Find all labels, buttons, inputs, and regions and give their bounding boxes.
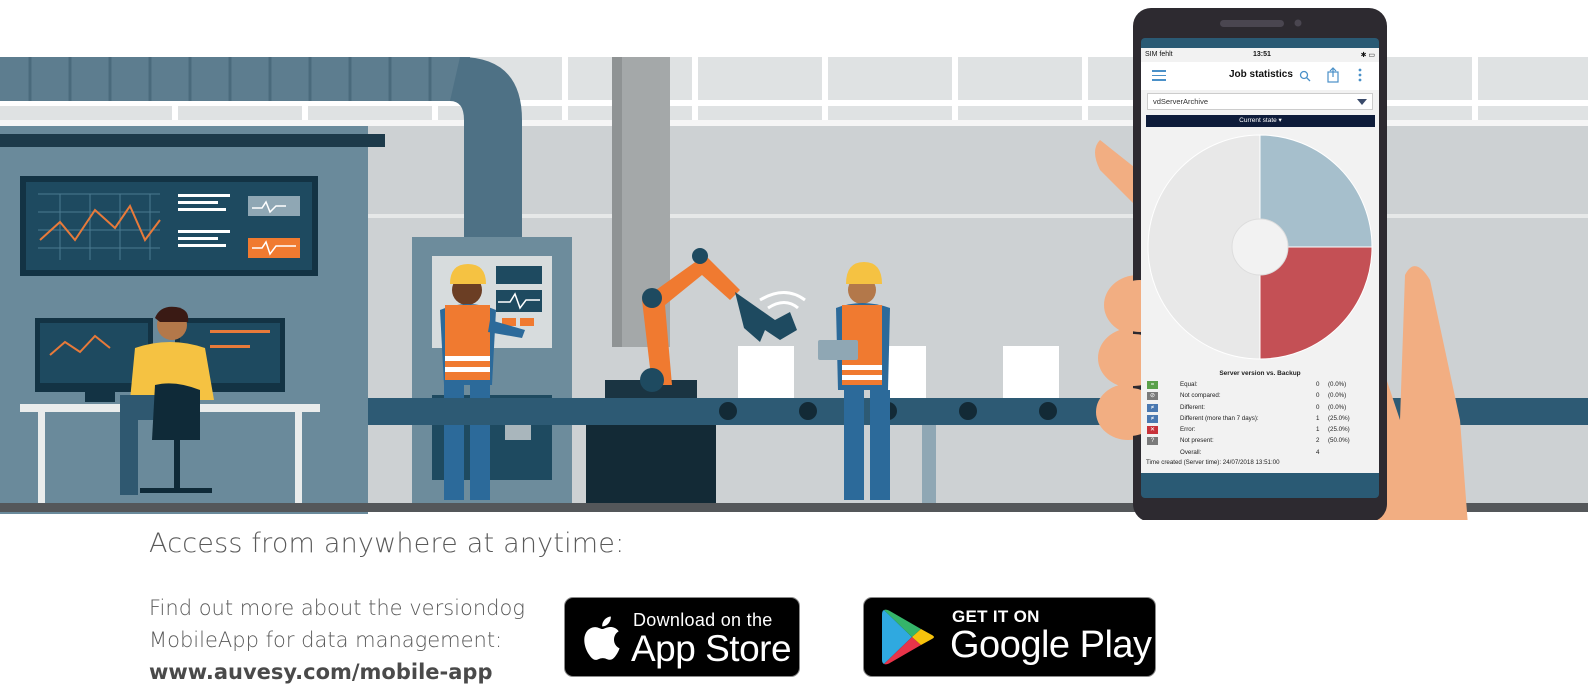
more-options-icon[interactable]	[1358, 68, 1362, 82]
headline: Access from anywhere at anytime:	[149, 528, 625, 559]
apple-icon	[584, 616, 620, 660]
status-bar: SIM fehlt 13:51 ✱ ▭	[1141, 48, 1379, 62]
stat-percent: (50.0%)	[1328, 437, 1350, 445]
stat-row-different-7days: ≠ Different (more than 7 days): 1 (25.0%…	[1147, 414, 1375, 425]
stat-percent: (25.0%)	[1328, 426, 1350, 434]
stat-row-error: ✕ Error: 1 (25.0%)	[1147, 425, 1375, 436]
chevron-down-icon	[1357, 99, 1367, 105]
stat-percent: (0.0%)	[1328, 392, 1347, 400]
app-store-big-text: App Store	[631, 628, 792, 669]
archive-select[interactable]: vdServerArchive	[1147, 93, 1373, 110]
stat-label: Overall:	[1180, 448, 1202, 456]
equal-icon: =	[1147, 381, 1158, 389]
stat-percent: (25.0%)	[1328, 414, 1350, 422]
archive-select-value: vdServerArchive	[1153, 97, 1209, 106]
battery-icon: ✱ ▭	[1360, 52, 1375, 59]
stat-row-different: ≠ Different: 0 (0.0%)	[1147, 403, 1375, 414]
search-icon[interactable]	[1299, 70, 1311, 82]
pie-center-hole	[1231, 218, 1289, 276]
stat-count: 4	[1316, 448, 1320, 456]
pie-chart	[1147, 134, 1373, 360]
stat-row-equal: = Equal: 0 (0.0%)	[1147, 380, 1375, 391]
app-store-badge[interactable]: Download on the App Store	[564, 597, 800, 677]
stat-row-not-present: ? Not present: 2 (50.0%)	[1147, 436, 1375, 447]
stats-list: = Equal: 0 (0.0%) ⊘ Not compared: 0 (0.0…	[1147, 380, 1375, 459]
google-play-big-text: Google Play	[950, 624, 1152, 666]
share-icon[interactable]	[1327, 67, 1339, 83]
stat-count: 0	[1316, 392, 1320, 400]
info-text: Find out more about the versiondog Mobil…	[149, 592, 569, 688]
mobile-app-link[interactable]: www.auvesy.com/mobile-app	[149, 656, 569, 688]
stat-label: Equal:	[1180, 381, 1198, 388]
error-icon: ✕	[1147, 426, 1158, 435]
current-state-button[interactable]: Current state ▾	[1146, 115, 1375, 127]
stat-row-overall: Overall: 4	[1147, 448, 1375, 459]
stat-label: Not compared:	[1180, 392, 1221, 400]
different-icon: ≠	[1147, 403, 1158, 412]
carrier-label: SIM fehlt	[1145, 51, 1173, 58]
google-play-badge[interactable]: GET IT ON Google Play	[863, 597, 1156, 677]
stat-count: 0	[1316, 403, 1320, 411]
info-line-1: Find out more about the versiondog	[149, 596, 525, 620]
not-compared-icon: ⊘	[1147, 392, 1158, 401]
different-old-icon: ≠	[1147, 414, 1158, 423]
stat-percent: (0.0%)	[1328, 403, 1347, 411]
stat-count: 1	[1316, 414, 1320, 422]
chart-title: Server version vs. Backup	[1219, 370, 1301, 377]
stat-percent: (0.0%)	[1328, 381, 1347, 388]
stat-label: Different (more than 7 days):	[1180, 414, 1259, 422]
app-bar: Job statistics	[1141, 62, 1379, 90]
stat-count: 2	[1316, 437, 1320, 445]
info-line-2: MobileApp for data management:	[149, 628, 503, 652]
stat-row-not-compared: ⊘ Not compared: 0 (0.0%)	[1147, 391, 1375, 402]
stat-label: Not present:	[1180, 437, 1214, 445]
stat-count: 0	[1316, 381, 1320, 388]
stat-label: Different:	[1180, 403, 1205, 411]
phone-screen: SIM fehlt 13:51 ✱ ▭ Job statistics vdSer…	[1141, 48, 1379, 473]
status-time: 13:51	[1253, 51, 1271, 58]
menu-icon[interactable]	[1152, 70, 1166, 82]
stat-count: 1	[1316, 426, 1320, 434]
app-title: Job statistics	[1229, 69, 1293, 80]
time-created: Time created (Server time): 24/07/2018 1…	[1146, 459, 1280, 466]
google-play-icon	[882, 609, 934, 665]
stat-label: Error:	[1180, 426, 1196, 434]
not-present-icon: ?	[1147, 437, 1158, 446]
